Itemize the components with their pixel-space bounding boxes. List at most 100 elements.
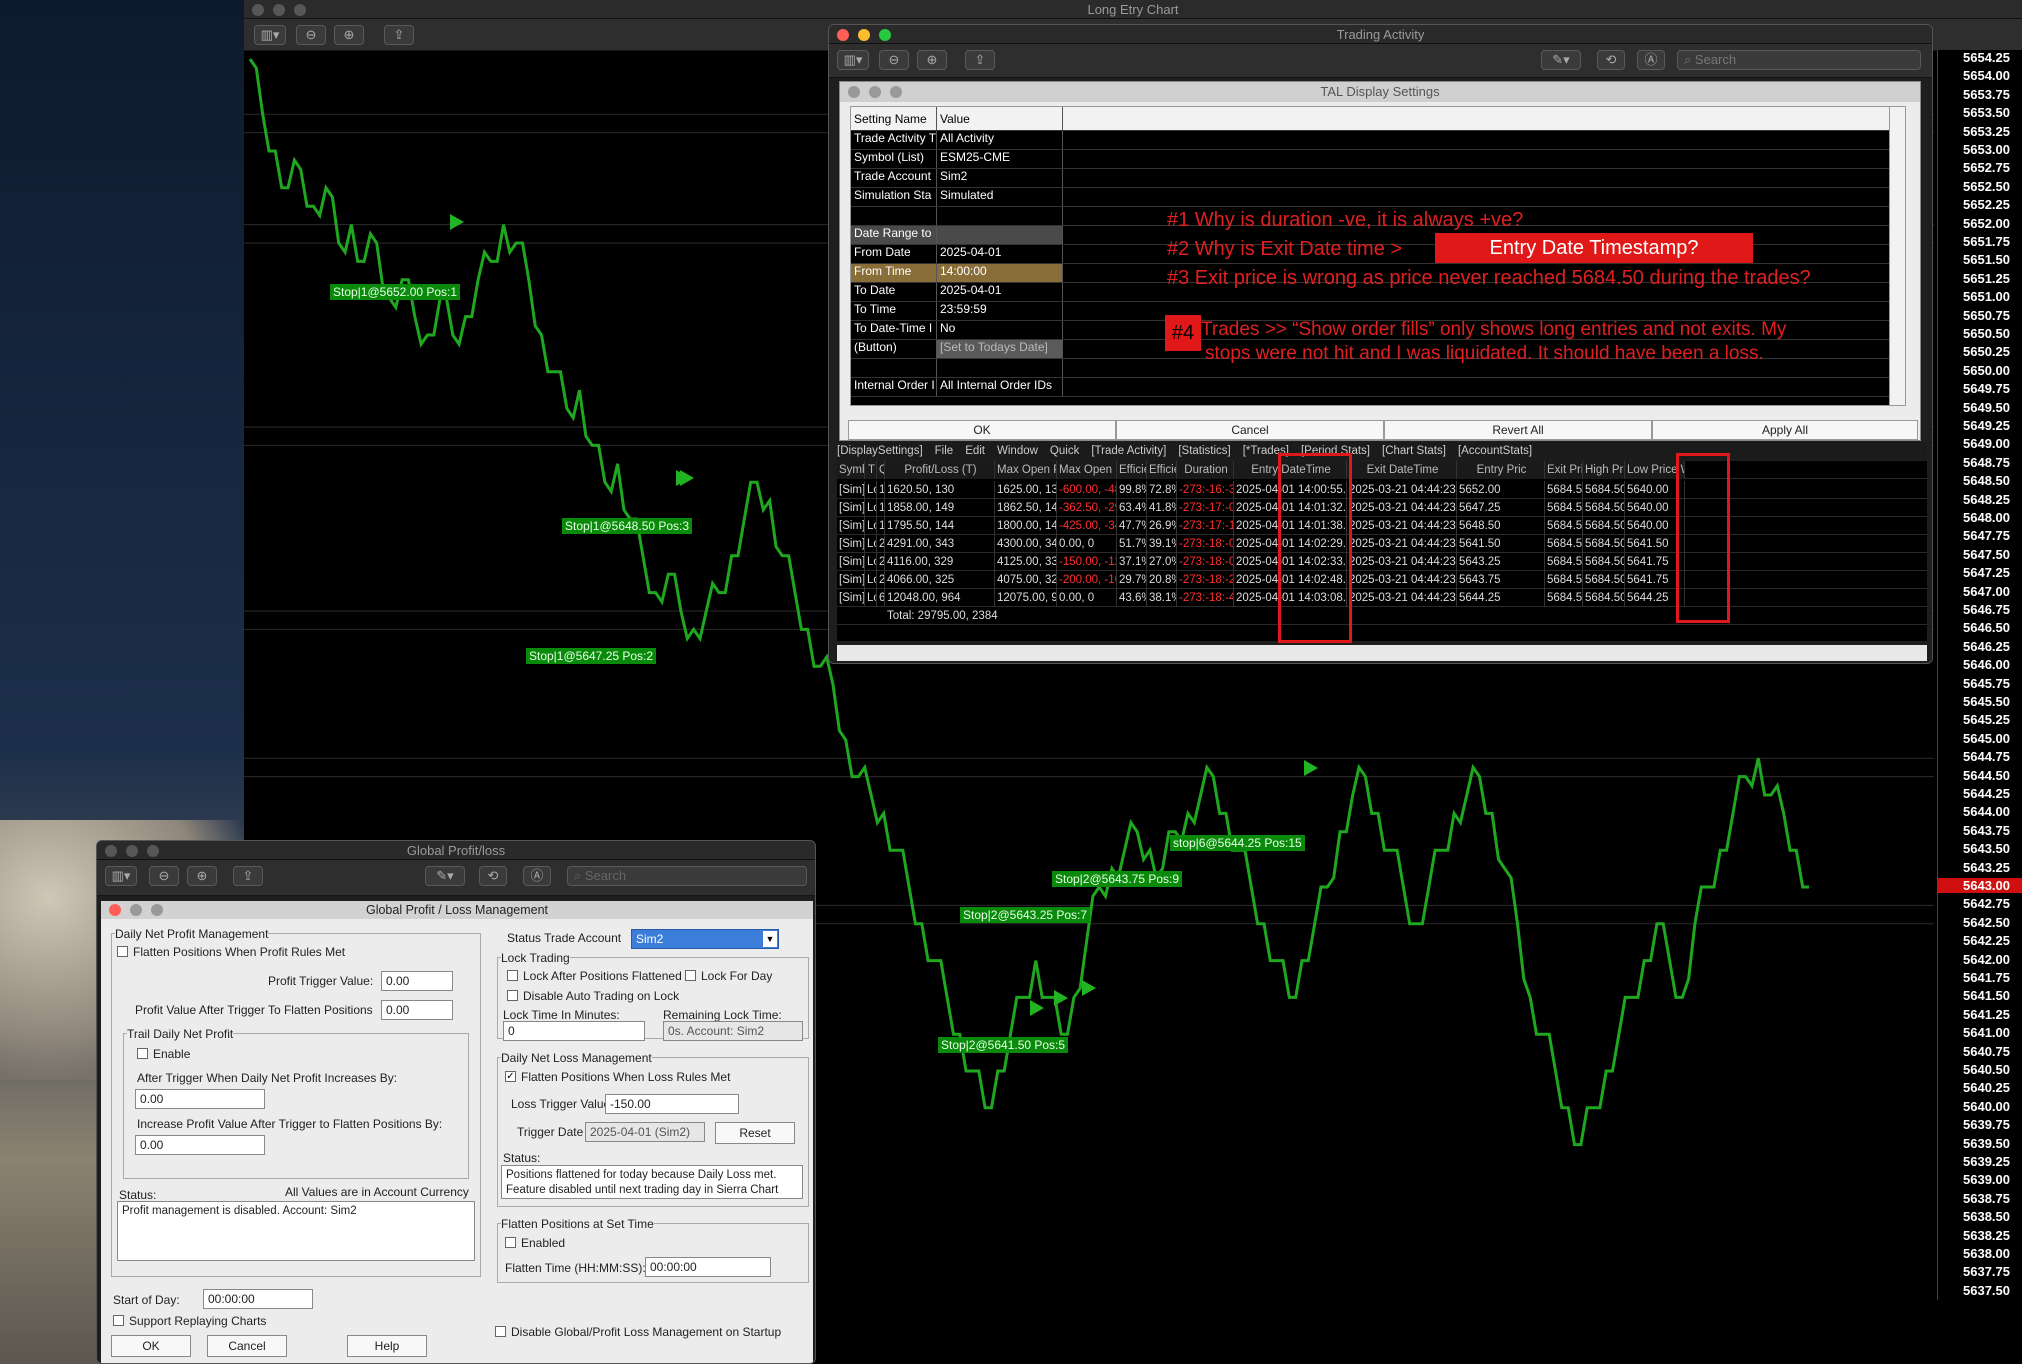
markup-icon[interactable]: ✎▾: [425, 866, 465, 886]
trail-increase2-input[interactable]: 0.00: [135, 1135, 265, 1155]
lock-time-input[interactable]: 0: [503, 1021, 645, 1041]
column-header[interactable]: Efficiency: [1117, 461, 1147, 479]
menu-item[interactable]: [AccountStats]: [1458, 445, 1532, 457]
lock-for-day-checkbox[interactable]: [685, 970, 696, 981]
help-button[interactable]: Help: [347, 1335, 427, 1357]
cancel-button[interactable]: Cancel: [1116, 420, 1384, 440]
trail-enable-checkbox[interactable]: [137, 1048, 148, 1059]
table-row[interactable]: [Sim]ESLo11858.00, 1491862.50, 149-362.5…: [837, 499, 1927, 517]
sidebar-icon[interactable]: ▥▾: [837, 50, 869, 70]
column-header[interactable]: Q: [877, 461, 885, 479]
setting-value[interactable]: 23:59:59: [937, 302, 1063, 320]
disable-auto-checkbox[interactable]: [507, 990, 518, 1001]
settings-row[interactable]: Symbol (List) ESM25-CME: [851, 150, 1905, 169]
column-header[interactable]: Symbol: [837, 461, 865, 479]
menu-item[interactable]: Edit: [965, 445, 985, 457]
column-header[interactable]: Entry Pric: [1457, 461, 1545, 479]
ok-button[interactable]: OK: [111, 1335, 191, 1357]
column-header[interactable]: Efficie: [1147, 461, 1177, 479]
dialog-controls[interactable]: [109, 904, 163, 916]
menu-item[interactable]: Quick: [1050, 445, 1079, 457]
support-replay-checkbox[interactable]: [113, 1315, 124, 1326]
setting-value[interactable]: No: [937, 321, 1063, 339]
menu-item[interactable]: [Chart Stats]: [1382, 445, 1446, 457]
setting-value[interactable]: 2025-04-01: [937, 283, 1063, 301]
menu-item[interactable]: Window: [997, 445, 1038, 457]
setting-value[interactable]: 2025-04-01: [937, 245, 1063, 263]
reset-button[interactable]: Reset: [715, 1122, 795, 1144]
annotate-icon[interactable]: Ⓐ: [1637, 50, 1665, 70]
ok-button[interactable]: OK: [848, 420, 1116, 440]
start-of-day-input[interactable]: 00:00:00: [203, 1289, 313, 1309]
table-row[interactable]: [Sim]ESLo24291.00, 3434300.00, 3440.00, …: [837, 535, 1927, 553]
stop-order-label[interactable]: Stop|1@5647.25 Pos:2: [526, 648, 657, 664]
column-header[interactable]: Profit/Loss (T): [885, 461, 995, 479]
markup-icon[interactable]: ✎▾: [1541, 50, 1581, 70]
setting-value[interactable]: [937, 207, 1063, 225]
rotate-icon[interactable]: ⟲: [479, 866, 507, 886]
stop-order-label[interactable]: Stop|2@5643.75 Pos:9: [1052, 871, 1183, 887]
table-row[interactable]: [Sim]ESLo24116.00, 3294125.00, 330-150.0…: [837, 553, 1927, 571]
share-icon[interactable]: ⇪: [233, 866, 263, 886]
setting-value[interactable]: Sim2: [937, 169, 1063, 187]
table-row[interactable]: [Sim]ESLo612048.00, 96412075.00, 9660.00…: [837, 589, 1927, 607]
settings-row[interactable]: Trade Account Sim2: [851, 169, 1905, 188]
sidebar-icon[interactable]: ▥▾: [105, 866, 137, 886]
stop-order-label[interactable]: Stop|2@5643.25 Pos:7: [960, 907, 1091, 923]
zoom-out-icon[interactable]: ⊖: [149, 866, 179, 886]
settings-scrollbar[interactable]: [1889, 107, 1905, 405]
stop-order-label[interactable]: Stop|1@5652.00 Pos:1: [330, 284, 461, 300]
rotate-icon[interactable]: ⟲: [1597, 50, 1625, 70]
column-header[interactable]: Exit Price: [1545, 461, 1583, 479]
setting-value[interactable]: 14:00:00: [937, 264, 1063, 282]
menu-item[interactable]: [DisplaySettings]: [837, 445, 923, 457]
apply-all-button[interactable]: Apply All: [1652, 420, 1918, 440]
column-header[interactable]: Max Open Loss (T: [1057, 461, 1117, 479]
loss-trigger-input[interactable]: -150.00: [605, 1094, 739, 1114]
trail-increase-input[interactable]: 0.00: [135, 1089, 265, 1109]
stop-order-label[interactable]: Stop|2@5641.50 Pos:5: [938, 1037, 1069, 1053]
profit-after-trigger-input[interactable]: 0.00: [381, 1000, 453, 1020]
revert-all-button[interactable]: Revert All: [1384, 420, 1652, 440]
setting-value[interactable]: [937, 226, 1063, 244]
setting-value[interactable]: [Set to Todays Date]: [937, 340, 1063, 358]
setting-value[interactable]: All Internal Order IDs: [937, 378, 1063, 396]
column-header[interactable]: T: [865, 461, 877, 479]
menu-item[interactable]: [Statistics]: [1178, 445, 1230, 457]
menu-item[interactable]: [Trade Activity]: [1091, 445, 1166, 457]
lock-after-flatten-checkbox[interactable]: [507, 970, 518, 981]
table-row[interactable]: [Sim]ESLo11795.50, 1441800.00, 144-425.0…: [837, 517, 1927, 535]
column-header[interactable]: Duration: [1177, 461, 1234, 479]
search-field[interactable]: ⌕ Search: [567, 866, 807, 886]
settings-row[interactable]: Internal Order I All Internal Order IDs: [851, 378, 1905, 397]
stop-order-label[interactable]: stop|6@5644.25 Pos:15: [1170, 835, 1305, 851]
stop-order-label[interactable]: Stop|1@5648.50 Pos:3: [562, 518, 693, 534]
menu-item[interactable]: File: [935, 445, 954, 457]
column-header[interactable]: Exit DateTime: [1347, 461, 1457, 479]
setting-value[interactable]: Simulated: [937, 188, 1063, 206]
disable-startup-checkbox[interactable]: [495, 1326, 506, 1337]
zoom-out-icon[interactable]: ⊖: [879, 50, 909, 70]
table-row[interactable]: [Sim]ESLo11620.50, 1301625.00, 130-600.0…: [837, 481, 1927, 499]
status-account-select[interactable]: Sim2 ▼: [631, 929, 779, 949]
share-icon[interactable]: ⇪: [965, 50, 995, 70]
profit-trigger-input[interactable]: 0.00: [381, 971, 453, 991]
search-field[interactable]: ⌕ Search: [1677, 50, 1921, 70]
flatten-time-enabled-checkbox[interactable]: [505, 1237, 516, 1248]
setting-value[interactable]: [937, 359, 1063, 377]
cancel-button[interactable]: Cancel: [207, 1335, 287, 1357]
table-row[interactable]: [Sim]ESLo24066.00, 3254075.00, 326-200.0…: [837, 571, 1927, 589]
settings-row[interactable]: Simulation Sta Simulated: [851, 188, 1905, 207]
flatten-profit-checkbox[interactable]: [117, 946, 128, 957]
zoom-in-icon[interactable]: ⊕: [187, 866, 217, 886]
flatten-loss-checkbox[interactable]: ✓: [505, 1071, 516, 1082]
zoom-in-icon[interactable]: ⊕: [917, 50, 947, 70]
window-controls[interactable]: [837, 29, 891, 41]
dialog-controls[interactable]: [848, 86, 902, 98]
setting-value[interactable]: All Activity: [937, 131, 1063, 149]
settings-row[interactable]: Trade Activity T All Activity: [851, 131, 1905, 150]
window-controls[interactable]: [105, 845, 159, 857]
annotate-icon[interactable]: Ⓐ: [523, 866, 551, 886]
horizontal-scrollbar[interactable]: [837, 645, 1927, 661]
column-header[interactable]: High Price While Open: [1583, 461, 1625, 479]
